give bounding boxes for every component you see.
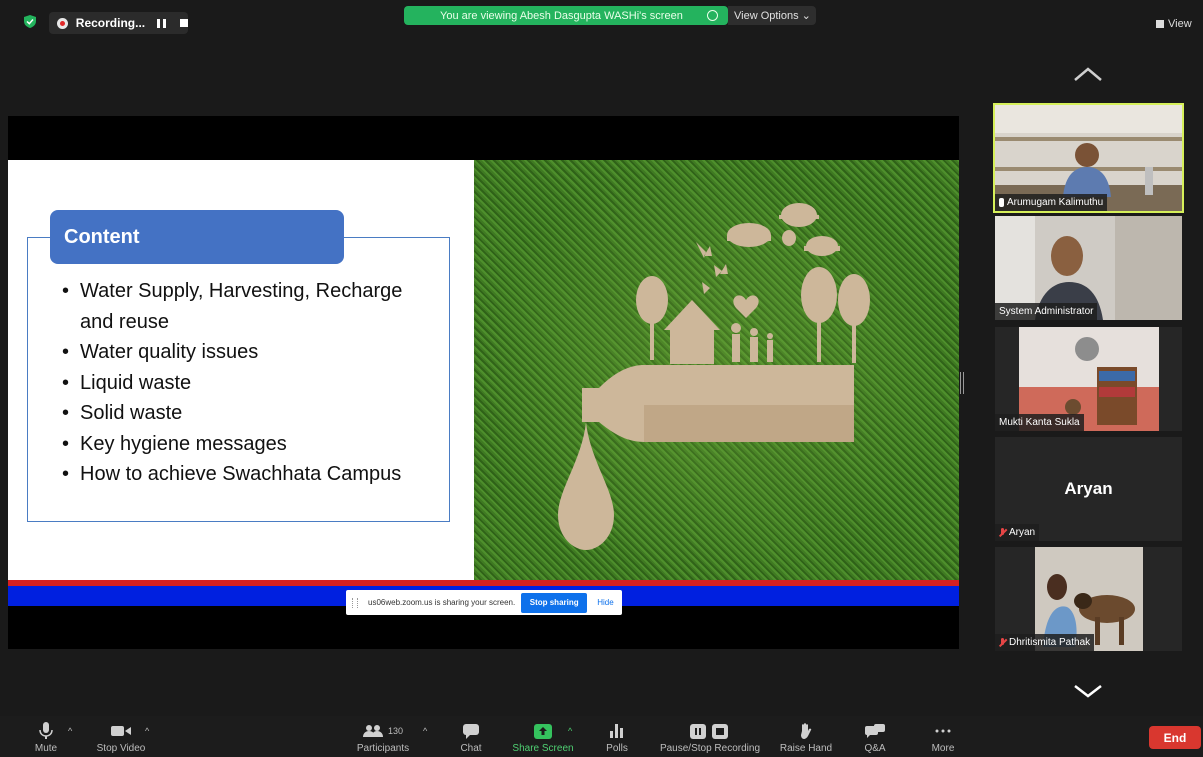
recording-label: Recording... xyxy=(75,16,146,30)
view-button[interactable]: View xyxy=(1156,18,1192,30)
share-screen-button[interactable]: Share Screen xyxy=(510,716,576,757)
participant-tile[interactable]: Aryan Aryan xyxy=(995,437,1182,541)
more-button[interactable]: More xyxy=(929,716,957,757)
qa-icon xyxy=(865,720,885,742)
participant-count: 130 xyxy=(387,726,404,736)
participant-name-label: Mukti Kanta Sukla xyxy=(995,414,1084,431)
slide-bullet: Solid waste xyxy=(60,398,440,429)
hide-notice-link[interactable]: Hide xyxy=(597,598,613,607)
participant-name: Aryan xyxy=(1009,527,1036,538)
participants-caret-icon[interactable]: ^ xyxy=(423,726,427,736)
stop-video-button[interactable]: Stop Video xyxy=(93,716,149,757)
polls-label: Polls xyxy=(606,743,628,754)
more-label: More xyxy=(931,743,955,754)
recording-dot-icon xyxy=(57,17,68,29)
slide-title: Content xyxy=(64,226,140,248)
share-notice-text: us06web.zoom.us is sharing your screen. xyxy=(368,598,516,607)
stop-video-label: Stop Video xyxy=(96,743,146,754)
info-icon[interactable] xyxy=(707,10,718,21)
viewing-screen-text: You are viewing Abesh Dasgupta WASHi's s… xyxy=(440,9,683,22)
water-bottle-illustration xyxy=(558,203,870,550)
chat-label: Chat xyxy=(460,743,482,754)
participant-tile[interactable]: Mukti Kanta Sukla xyxy=(995,327,1182,431)
microphone-icon xyxy=(999,198,1004,207)
pause-stop-recording-icon xyxy=(690,720,730,742)
view-layout-icon xyxy=(1156,20,1164,28)
chat-button[interactable]: Chat xyxy=(457,716,485,757)
share-screen-icon xyxy=(534,720,552,742)
slide-bullet: Water Supply, Harvesting, Recharge and r… xyxy=(60,276,440,337)
chat-icon xyxy=(463,720,479,742)
slide-bullet: Liquid waste xyxy=(60,368,440,399)
participant-name: Arumugam Kalimuthu xyxy=(1007,197,1104,208)
meeting-controls-toolbar: Mute ^ Stop Video ^ 130 Participants ^ C… xyxy=(0,716,1203,757)
stop-recording-icon[interactable] xyxy=(180,19,188,27)
video-options-caret-icon[interactable]: ^ xyxy=(145,726,149,736)
polls-icon xyxy=(610,720,624,742)
end-meeting-button[interactable]: End xyxy=(1149,726,1201,749)
share-screen-label: Share Screen xyxy=(512,743,574,754)
mute-label: Mute xyxy=(34,743,58,754)
microphone-muted-icon xyxy=(999,637,1006,648)
view-options-button[interactable]: View Options ⌄ xyxy=(728,6,816,25)
qa-button[interactable]: Q&A xyxy=(862,716,888,757)
stop-sharing-button[interactable]: Stop sharing xyxy=(521,592,588,613)
microphone-muted-icon xyxy=(999,527,1006,538)
participants-label: Participants xyxy=(356,743,410,754)
meeting-top-bar: Recording... You are viewing Abesh Dasgu… xyxy=(0,0,1203,40)
viewing-screen-banner: You are viewing Abesh Dasgupta WASHi's s… xyxy=(404,6,728,25)
participant-name: System Administrator xyxy=(999,306,1094,317)
raise-hand-icon xyxy=(799,720,813,742)
panel-resize-handle[interactable] xyxy=(960,372,964,394)
share-options-caret-icon[interactable]: ^ xyxy=(568,726,572,736)
microphone-icon xyxy=(39,720,53,742)
participant-name: Mukti Kanta Sukla xyxy=(999,417,1080,428)
audio-options-caret-icon[interactable]: ^ xyxy=(68,726,72,736)
participant-tile[interactable]: System Administrator xyxy=(995,216,1182,320)
pause-recording-icon[interactable] xyxy=(157,18,167,28)
mute-button[interactable]: Mute xyxy=(33,716,59,757)
participants-icon: 130 xyxy=(362,720,404,742)
raise-hand-label: Raise Hand xyxy=(779,743,833,754)
participants-button[interactable]: 130 Participants xyxy=(353,716,413,757)
polls-button[interactable]: Polls xyxy=(604,716,630,757)
chevron-up-icon[interactable] xyxy=(1073,66,1103,82)
chevron-down-icon[interactable] xyxy=(1073,683,1103,699)
slide-bullet: Water quality issues xyxy=(60,337,440,368)
video-camera-icon xyxy=(111,720,131,742)
slide-bullet-list: Water Supply, Harvesting, Recharge and r… xyxy=(60,276,440,490)
participant-name-label: Aryan xyxy=(995,524,1040,541)
participant-name: Dhritismita Pathak xyxy=(1009,637,1091,648)
slide-bullet: Key hygiene messages xyxy=(60,429,440,460)
participant-tile[interactable]: Dhritismita Pathak xyxy=(995,547,1182,651)
participant-display-name: Aryan xyxy=(1064,479,1113,498)
raise-hand-button[interactable]: Raise Hand xyxy=(778,716,834,757)
pause-stop-recording-button[interactable]: Pause/Stop Recording xyxy=(656,716,764,757)
screen-share-notice: us06web.zoom.us is sharing your screen. … xyxy=(346,590,622,615)
participant-name-label: Arumugam Kalimuthu xyxy=(995,194,1108,211)
pause-stop-recording-label: Pause/Stop Recording xyxy=(659,743,761,754)
slide-bullet: How to achieve Swachhata Campus xyxy=(60,459,440,490)
qa-label: Q&A xyxy=(864,743,886,754)
drag-handle-icon[interactable] xyxy=(352,597,358,608)
recording-indicator: Recording... xyxy=(49,12,188,34)
more-icon xyxy=(935,720,951,742)
encryption-shield-icon[interactable] xyxy=(24,15,36,28)
view-button-label: View xyxy=(1168,18,1192,30)
participant-name-label: Dhritismita Pathak xyxy=(995,634,1095,651)
participant-name-label: System Administrator xyxy=(995,303,1098,320)
participant-tile-active-speaker[interactable]: Arumugam Kalimuthu xyxy=(993,103,1184,213)
